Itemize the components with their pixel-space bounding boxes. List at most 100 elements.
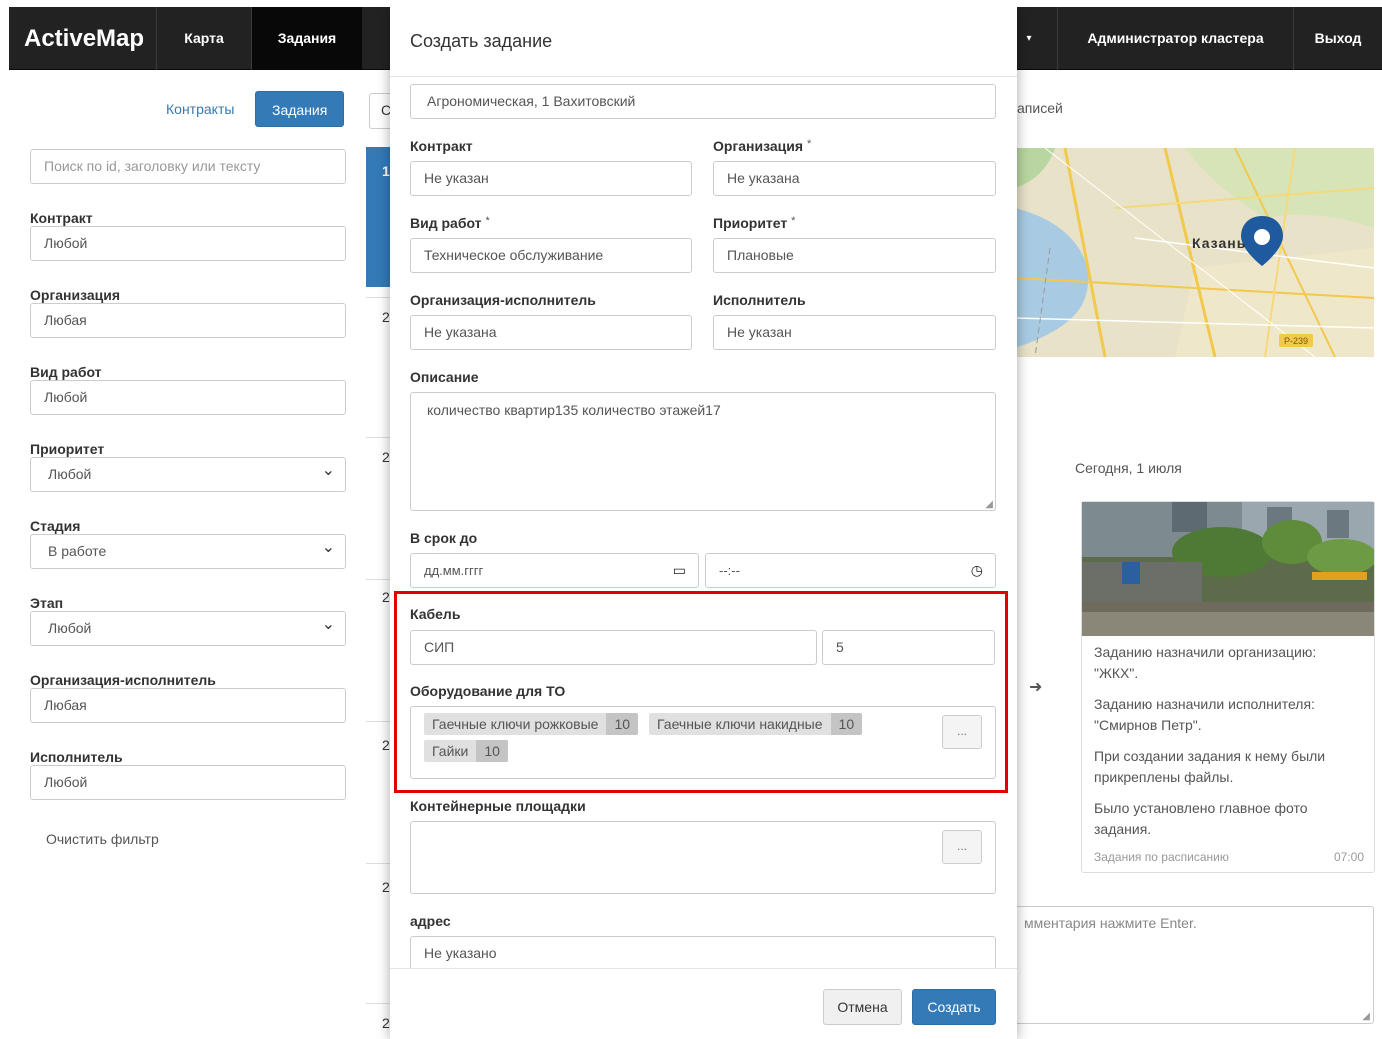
screen-frame-left <box>0 0 9 1039</box>
filter-contract-input[interactable]: Любой <box>30 226 346 261</box>
location-map[interactable]: Казань Р-239 <box>1015 148 1374 357</box>
exec-org-field[interactable]: Не указана <box>410 315 692 350</box>
clock-icon[interactable]: ◷ <box>971 554 983 587</box>
filter-work-input[interactable]: Любой <box>30 380 346 415</box>
filter-stage-value: В работе <box>48 543 107 559</box>
filter-priority-select[interactable]: Любой <box>30 454 346 492</box>
filter-label-contract: Контракт <box>30 210 93 226</box>
modal-footer: Отмена Создать <box>390 968 1017 1039</box>
executor-field[interactable]: Не указан <box>713 315 996 350</box>
tab-contracts[interactable]: Контракты <box>150 91 250 127</box>
contract-field[interactable]: Не указан <box>410 161 692 196</box>
organization-label: Организация * <box>713 138 811 154</box>
task-list-item-id: 2 <box>382 737 390 753</box>
resize-handle-icon[interactable]: ◢ <box>985 499 993 510</box>
task-list-item-id: 2 <box>382 589 390 605</box>
filter-exec-org-input[interactable]: Любая <box>30 688 346 723</box>
containers-label: Контейнерные площадки <box>410 798 586 814</box>
priority-field[interactable]: Плановые <box>713 238 996 273</box>
equipment-tag-name: Гаечные ключи рожковые <box>432 716 599 732</box>
required-mark: * <box>806 138 812 150</box>
comment-placeholder: мментария нажмите Enter. <box>1024 915 1197 931</box>
nav-item-logout[interactable]: Выход <box>1293 7 1382 70</box>
task-photo-graphic <box>1082 502 1374 636</box>
work-type-field[interactable]: Техническое обслуживание <box>410 238 692 273</box>
address-field[interactable]: Не указано <box>410 936 996 971</box>
address-label: адрес <box>410 913 451 929</box>
filter-step-value: Любой <box>48 620 92 636</box>
equipment-tag[interactable]: Гайки 10 <box>424 740 508 762</box>
containers-field[interactable]: ... <box>410 821 996 894</box>
filter-label-org: Организация <box>30 287 121 303</box>
filter-label-step: Этап <box>30 595 64 611</box>
task-list-item-id: 2 <box>382 309 390 325</box>
arrow-right-icon[interactable]: ➜ <box>1029 677 1042 697</box>
cable-type-field[interactable]: СИП <box>410 630 817 665</box>
equipment-tag-name: Гаечные ключи накидные <box>657 716 823 732</box>
calendar-icon[interactable]: ▭ <box>673 554 686 587</box>
nav-item-tasks[interactable]: Задания <box>251 7 362 70</box>
tab-tasks[interactable]: Задания <box>255 91 345 127</box>
caret-down-icon[interactable]: ▾ <box>1016 7 1042 70</box>
description-text: количество квартир135 количество этажей1… <box>427 402 721 418</box>
equipment-tag-count: 10 <box>606 713 639 735</box>
filter-label-stage: Стадия <box>30 518 81 534</box>
containers-more-button[interactable]: ... <box>942 830 982 864</box>
event-time: 07:00 <box>1333 850 1364 864</box>
comment-input[interactable]: мментария нажмите Enter. ◢ <box>1015 906 1374 1024</box>
work-type-label-text: Вид работ <box>410 215 482 231</box>
timeline-date: Сегодня, 1 июля <box>1075 460 1182 476</box>
equipment-tag-count: 10 <box>830 713 863 735</box>
deadline-time-input[interactable]: --:-- ◷ <box>705 553 996 588</box>
equipment-tag[interactable]: Гаечные ключи накидные 10 <box>649 713 863 735</box>
nav-item-map[interactable]: Карта <box>156 7 251 70</box>
filter-label-work: Вид работ <box>30 364 102 380</box>
deadline-label: В срок до <box>410 530 478 546</box>
organization-field[interactable]: Не указана <box>713 161 996 196</box>
records-count: аписей <box>1017 100 1063 116</box>
equipment-label: Оборудование для ТО <box>410 683 566 699</box>
filter-stage-select[interactable]: В работе <box>30 531 346 569</box>
task-list-item-id: 2 <box>382 449 390 465</box>
clear-filter-link[interactable]: Очистить фильтр <box>46 831 159 847</box>
event-text: Заданию назначили организацию: "ЖКХ". <box>1094 644 1317 681</box>
organization-label-text: Организация <box>713 138 804 154</box>
contract-label: Контракт <box>410 138 473 154</box>
task-list-item-id: 1 <box>382 163 390 179</box>
filter-executor-input[interactable]: Любой <box>30 765 346 800</box>
exec-org-label: Организация-исполнитель <box>410 292 596 308</box>
event-text: При создании задания к нему были прикреп… <box>1094 748 1326 785</box>
deadline-date-placeholder: дд.мм.гггг <box>424 563 484 578</box>
resize-handle-icon[interactable]: ◢ <box>1362 1011 1370 1022</box>
filter-label-priority: Приоритет <box>30 441 105 457</box>
brand-logo[interactable]: ActiveMap <box>24 7 144 70</box>
task-list-item-id: 2 <box>382 1015 390 1031</box>
task-photo[interactable] <box>1082 502 1374 636</box>
address-search-input[interactable]: Агрономическая, 1 Вахитовский <box>410 84 996 119</box>
cable-label: Кабель <box>410 606 461 622</box>
equipment-tag-name: Гайки <box>432 743 469 759</box>
cable-quantity-field[interactable]: 5 <box>822 630 995 665</box>
equipment-more-button[interactable]: ... <box>942 715 982 749</box>
modal-title: Создать задание <box>410 31 553 51</box>
deadline-time-placeholder: --:-- <box>719 563 740 578</box>
equipment-tag[interactable]: Гаечные ключи рожковые 10 <box>424 713 639 735</box>
event-text: Заданию назначили исполнителя: "Смирнов … <box>1094 696 1315 733</box>
filter-step-select[interactable]: Любой <box>30 608 346 646</box>
timeline-event-card: Заданию назначили организацию: "ЖКХ". За… <box>1081 501 1375 873</box>
map-graphic <box>1015 148 1374 357</box>
filter-org-input[interactable]: Любая <box>30 303 346 338</box>
event-text: Было установлено главное фото задания. <box>1094 800 1308 837</box>
nav-item-admin[interactable]: Администратор кластера <box>1057 7 1293 70</box>
description-textarea[interactable]: количество квартир135 количество этажей1… <box>410 392 996 511</box>
map-city-label: Казань <box>1192 235 1247 251</box>
create-button[interactable]: Создать <box>912 989 996 1025</box>
map-road-label: Р-239 <box>1284 336 1309 346</box>
filter-label-exec-org: Организация-исполнитель <box>30 672 216 688</box>
app-window: ActiveMap Карта Задания ▾ Администратор … <box>9 7 1382 1039</box>
cancel-button[interactable]: Отмена <box>823 989 902 1025</box>
search-input[interactable]: Поиск по id, заголовку или тексту <box>30 149 346 184</box>
work-type-label: Вид работ * <box>410 215 490 231</box>
deadline-date-input[interactable]: дд.мм.гггг ▭ <box>410 553 699 588</box>
equipment-tags-field[interactable]: Гаечные ключи рожковые 10 Гаечные ключи н… <box>410 706 996 779</box>
